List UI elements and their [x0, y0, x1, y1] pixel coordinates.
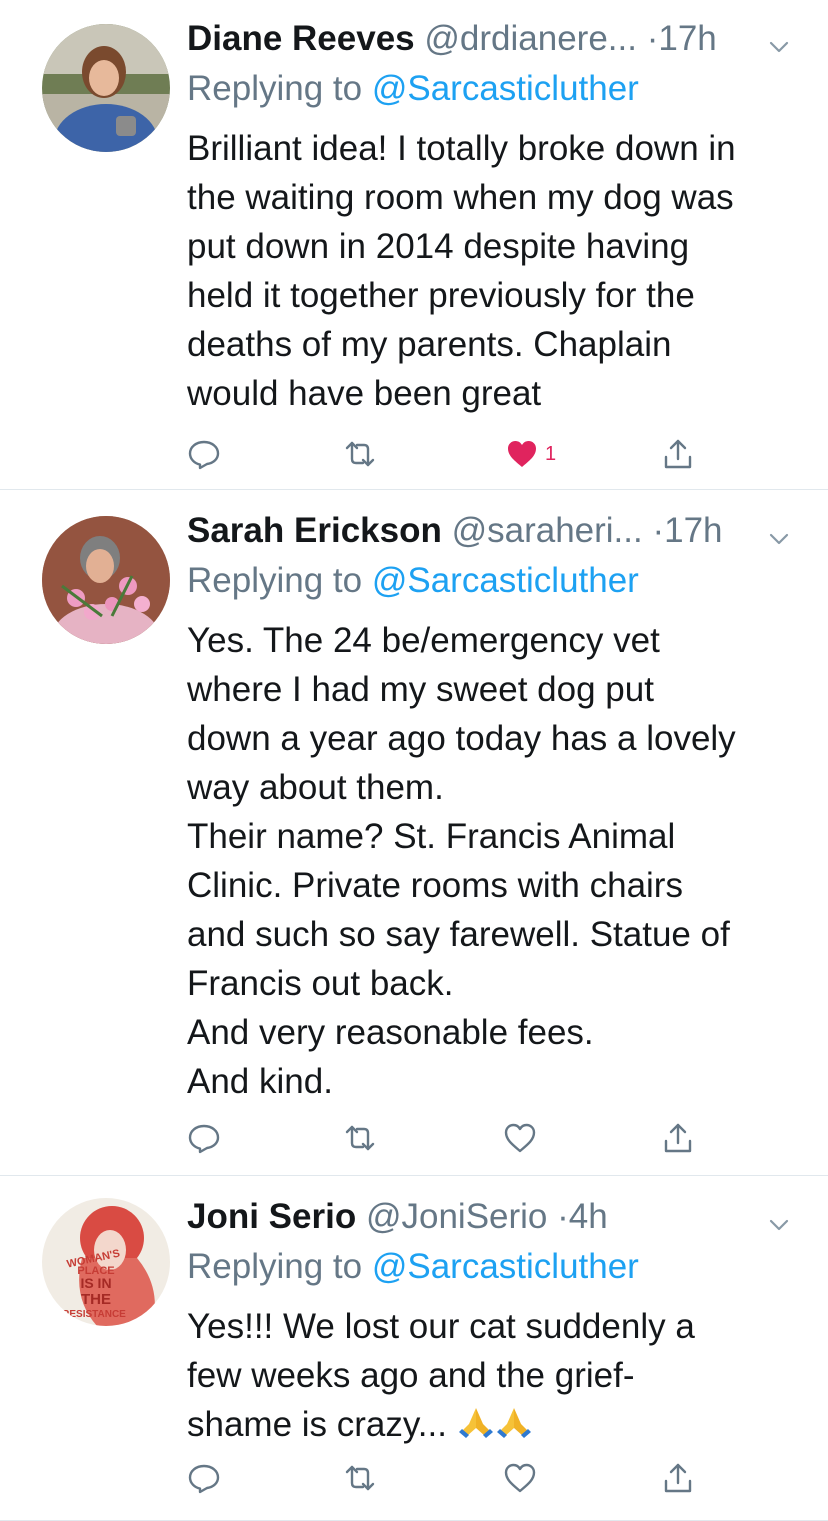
heart-icon: [504, 1123, 536, 1153]
tweet-text-line: down a year ago today has a lovely: [187, 719, 736, 758]
avatar[interactable]: [42, 24, 170, 152]
tweet[interactable]: WOMAN'S PLACE IS IN THE RESISTANCE Joni …: [0, 1176, 828, 1521]
action-bar: [187, 1458, 798, 1498]
retweet-icon: [345, 441, 375, 467]
reply-button[interactable]: [187, 1458, 221, 1498]
tweet-text-line: and such so say farewell. Statue of: [187, 915, 730, 954]
reply-context: Replying to @Sarcasticluther: [187, 1244, 639, 1290]
reply-icon: [188, 440, 220, 470]
reply-prefix: Replying to: [187, 561, 372, 600]
tweet-text: Brilliant idea! I totally broke down in …: [187, 124, 798, 418]
retweet-button[interactable]: [343, 1118, 377, 1158]
timestamp[interactable]: 17h: [664, 511, 722, 550]
reply-icon: [188, 1464, 220, 1494]
tweet[interactable]: Sarah Erickson @saraheri... ·17h Replyin…: [0, 490, 828, 1176]
timestamp[interactable]: 17h: [658, 19, 716, 58]
svg-text:IS IN: IS IN: [80, 1275, 111, 1291]
tweet-header: Diane Reeves @drdianere... ·17h: [187, 16, 798, 62]
tweet-text-line: Clinic. Private rooms with chairs: [187, 866, 683, 905]
tweet-text-line: Francis out back.: [187, 964, 454, 1003]
folded-hands-emoji-icon: [495, 1402, 533, 1453]
separator-dot: ·: [557, 1197, 569, 1236]
tweet-header: Sarah Erickson @saraheri... ·17h: [187, 508, 798, 554]
chevron-down-icon[interactable]: [766, 518, 792, 545]
retweet-button[interactable]: [343, 1458, 377, 1498]
heart-icon: [504, 1463, 536, 1493]
tweet-text-line: Yes!!! We lost our cat suddenly a: [187, 1307, 695, 1346]
tweet-text-line: And kind.: [187, 1062, 333, 1101]
reply-mention[interactable]: @Sarcasticluther: [372, 69, 639, 108]
tweet-text-line: way about them.: [187, 768, 444, 807]
share-button[interactable]: [661, 1458, 695, 1498]
tweet-text-line: shame is crazy...: [187, 1405, 447, 1444]
folded-hands-emoji-icon: [457, 1402, 495, 1453]
tweet-header: Joni Serio @JoniSerio ·4h: [187, 1194, 798, 1240]
reply-mention[interactable]: @Sarcasticluther: [372, 561, 639, 600]
tweet-text-line-with-emoji: shame is crazy...: [187, 1400, 798, 1453]
tweet-text-line: held it together previously for the: [187, 276, 695, 315]
display-name[interactable]: Sarah Erickson: [187, 511, 442, 550]
display-name[interactable]: Joni Serio: [187, 1197, 356, 1236]
reply-mention[interactable]: @Sarcasticluther: [372, 1247, 639, 1286]
like-count: 1: [545, 442, 557, 465]
like-button[interactable]: [503, 1458, 537, 1498]
tweet[interactable]: Diane Reeves @drdianere... ·17h Replying…: [0, 0, 828, 490]
like-button[interactable]: 1: [505, 434, 556, 474]
retweet-button[interactable]: [343, 434, 377, 474]
avatar[interactable]: [42, 516, 170, 644]
retweet-icon: [345, 1125, 375, 1151]
user-handle[interactable]: @saraheri...: [452, 511, 643, 550]
tweet-text-line: Brilliant idea! I totally broke down in: [187, 129, 736, 168]
share-icon: [664, 1123, 692, 1153]
tweet-text-line: the waiting room when my dog was: [187, 178, 734, 217]
share-button[interactable]: [661, 434, 695, 474]
tweet-text-line: deaths of my parents. Chaplain: [187, 325, 672, 364]
user-handle[interactable]: @JoniSerio: [366, 1197, 547, 1236]
tweet-text: Yes!!! We lost our cat suddenly a few we…: [187, 1302, 798, 1453]
timestamp[interactable]: 4h: [569, 1197, 608, 1236]
reply-prefix: Replying to: [187, 69, 372, 108]
tweet-text-line: Yes. The 24 be/emergency vet: [187, 621, 660, 660]
svg-text:THE: THE: [81, 1291, 111, 1308]
share-icon: [664, 1463, 692, 1493]
tweet-text-line: And very reasonable fees.: [187, 1013, 594, 1052]
action-bar: [187, 1118, 798, 1158]
share-icon: [664, 439, 692, 469]
chevron-down-icon[interactable]: [766, 1204, 792, 1231]
display-name[interactable]: Diane Reeves: [187, 19, 415, 58]
tweet-text-line: would have been great: [187, 374, 542, 413]
tweet-text-line: few weeks ago and the grief-: [187, 1356, 635, 1395]
heart-filled-icon: [508, 441, 536, 467]
tweet-text-line: Their name? St. Francis Animal: [187, 817, 676, 856]
separator-dot: ·: [646, 19, 659, 58]
reply-icon: [188, 1124, 220, 1154]
like-button[interactable]: [503, 1118, 537, 1158]
svg-text:RESISTANCE: RESISTANCE: [62, 1309, 126, 1320]
action-bar: 1: [187, 434, 798, 474]
user-handle[interactable]: @drdianere...: [424, 19, 637, 58]
separator-dot: ·: [652, 511, 665, 550]
tweet-text-line: put down in 2014 despite having: [187, 227, 690, 266]
retweet-icon: [345, 1465, 375, 1491]
reply-button[interactable]: [187, 1118, 221, 1158]
tweet-text: Yes. The 24 be/emergency vet where I had…: [187, 616, 798, 1106]
reply-button[interactable]: [187, 434, 221, 474]
avatar[interactable]: WOMAN'S PLACE IS IN THE RESISTANCE: [42, 1198, 170, 1326]
reply-prefix: Replying to: [187, 1247, 372, 1286]
reply-context: Replying to @Sarcasticluther: [187, 558, 639, 604]
chevron-down-icon[interactable]: [766, 26, 792, 53]
share-button[interactable]: [661, 1118, 695, 1158]
tweet-text-line: where I had my sweet dog put: [187, 670, 654, 709]
reply-context: Replying to @Sarcasticluther: [187, 66, 639, 112]
